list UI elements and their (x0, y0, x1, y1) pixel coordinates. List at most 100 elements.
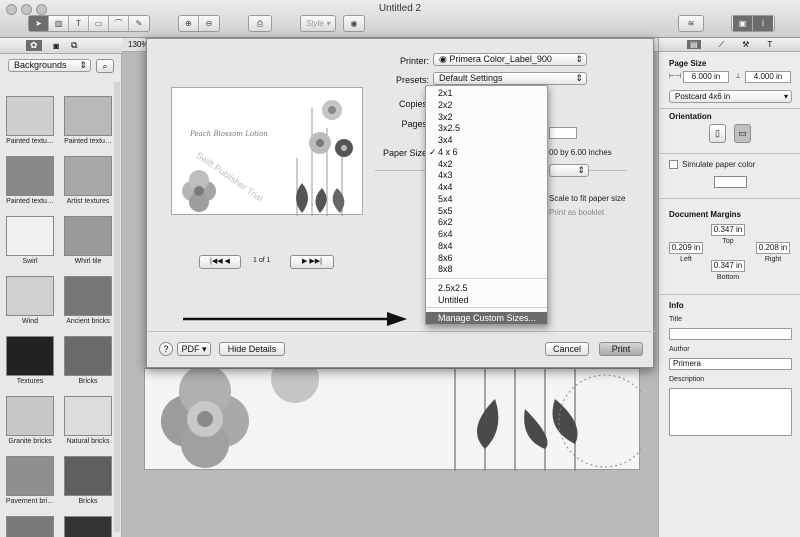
texture-thumbnail[interactable] (64, 276, 112, 316)
simulate-paper-label: Simulate paper color (682, 160, 756, 169)
paper-size-option[interactable]: 4 x 6 (438, 147, 458, 158)
portrait-orientation-button[interactable]: ▯ (709, 124, 726, 143)
library-view-icon[interactable]: ▣ (733, 16, 753, 31)
texture-thumbnail[interactable] (6, 156, 54, 196)
document-page[interactable] (144, 355, 652, 471)
info-title: Info (669, 301, 684, 310)
texture-label: Swirl (22, 258, 38, 265)
texture-label: Artist textures (66, 198, 110, 205)
printer-status-icon: ◉ (439, 54, 450, 64)
margin-right-field[interactable]: 0.208 in (756, 242, 790, 254)
preview-caption: Peach Blossom Lotion (190, 130, 268, 138)
texture-thumbnail[interactable] (6, 456, 54, 496)
print-button[interactable]: Print (599, 342, 643, 356)
category-popup[interactable]: Backgrounds ⇕ (8, 59, 91, 72)
zoom-out-icon[interactable]: ⊖ (199, 16, 219, 31)
printer-label: Printer: (399, 56, 429, 66)
paper-size-option[interactable]: 8x8 (438, 264, 453, 275)
page-preset-label: Postcard 4x6 in (675, 92, 731, 101)
paper-size-option[interactable]: 3x2.5 (438, 123, 460, 134)
title-field[interactable] (669, 328, 792, 340)
style-popup[interactable]: Style ▾ (300, 15, 336, 32)
texture-thumbnail[interactable] (64, 396, 112, 436)
zoom-controls[interactable]: ⊕ ⊖ (178, 15, 220, 32)
shapes-icon[interactable]: ⧉ (71, 40, 77, 51)
document-inspector-icon[interactable]: ▤ (687, 40, 701, 49)
paper-size-option[interactable]: 3x4 (438, 135, 453, 146)
app-options-popup[interactable]: ⇕ (549, 164, 589, 177)
texture-thumbnail[interactable] (64, 456, 112, 496)
paper-size-option[interactable]: 2x1 (438, 88, 453, 99)
library-scrollbar[interactable] (114, 82, 120, 532)
search-icon: ⌕ (102, 61, 108, 71)
author-field[interactable]: Primera (669, 358, 792, 370)
texture-thumbnail[interactable] (6, 276, 54, 316)
library-search-button[interactable]: ⌕ (96, 59, 114, 73)
inspector-icon[interactable]: i (753, 16, 773, 31)
paper-size-option[interactable]: 2x2 (438, 100, 453, 111)
margin-left-field[interactable]: 0.209 in (669, 242, 703, 254)
texture-thumbnail[interactable] (6, 96, 54, 136)
paper-size-option[interactable]: 4x2 (438, 159, 453, 170)
paper-size-option[interactable]: 3x2 (438, 112, 453, 123)
description-field[interactable] (669, 388, 792, 436)
pointer-tool-icon[interactable]: ➤ (29, 16, 49, 31)
brush-inspector-icon[interactable]: ⚒ (742, 40, 749, 49)
text-tool-icon[interactable]: T (69, 16, 89, 31)
cancel-button[interactable]: Cancel (545, 342, 589, 356)
pencil-tool-icon[interactable]: ✎ (129, 16, 149, 31)
effects-toolbar-button[interactable]: ◉ (343, 15, 365, 32)
paper-size-option[interactable]: 6x2 (438, 217, 453, 228)
paper-color-well[interactable] (714, 176, 747, 188)
rectangle-tool-icon[interactable]: ▭ (89, 16, 109, 31)
landscape-orientation-button[interactable]: ▭ (734, 124, 751, 143)
texture-thumbnail[interactable] (64, 516, 112, 537)
gear-icon[interactable]: ✿ (26, 40, 42, 51)
page-preset-popup[interactable]: Postcard 4x6 in ▾ (669, 90, 792, 103)
texture-thumbnail[interactable] (64, 336, 112, 376)
texture-label: Bricks (78, 498, 98, 505)
simulate-paper-checkbox[interactable] (669, 160, 678, 169)
tools-segmented-control[interactable]: ➤ ▥ T ▭ ⌒ ✎ (28, 15, 150, 32)
margin-top-field[interactable]: 0.347 in (711, 224, 745, 236)
pages-to-field[interactable] (549, 127, 577, 139)
paper-size-option[interactable]: 2.5x2.5 (438, 283, 468, 294)
texture-thumbnail[interactable] (6, 336, 54, 376)
print-toolbar-button[interactable]: ⎙ (248, 15, 272, 32)
zoom-in-icon[interactable]: ⊕ (179, 16, 199, 31)
ruler-inspector-icon[interactable]: ⟋ (719, 40, 725, 50)
texture-thumbnail[interactable] (64, 156, 112, 196)
paper-size-option[interactable]: 4x3 (438, 170, 453, 181)
prev-page-buttons[interactable]: |◀◀ ◀ (199, 255, 241, 269)
paper-size-option[interactable]: 4x4 (438, 182, 453, 193)
texture-thumbnail[interactable] (6, 216, 54, 256)
presets-popup[interactable]: Default Settings ⇕ (433, 72, 587, 85)
text-frame-tool-icon[interactable]: ▥ (49, 16, 69, 31)
camera-icon[interactable]: ◙ (54, 41, 59, 51)
text-inspector-icon[interactable]: T (767, 40, 772, 49)
paper-size-option[interactable]: Untitled (438, 295, 469, 306)
paper-size-option[interactable]: 5x5 (438, 206, 453, 217)
sharing-toolbar-button[interactable]: ≋ (678, 15, 704, 32)
texture-thumbnail[interactable] (6, 396, 54, 436)
texture-thumbnail[interactable] (64, 216, 112, 256)
margin-bottom-field[interactable]: 0.347 in (711, 260, 745, 272)
texture-thumbnail[interactable] (64, 96, 112, 136)
paper-size-option[interactable]: 6x4 (438, 229, 453, 240)
help-button[interactable]: ? (159, 342, 173, 356)
view-toggle[interactable]: ▣ i (731, 15, 775, 32)
paper-size-option[interactable]: 8x6 (438, 253, 453, 264)
texture-thumbnail[interactable] (6, 516, 54, 537)
printer-popup[interactable]: ◉ Primera Color_Label_900 ⇕ (433, 53, 587, 66)
page-height-field[interactable]: 4.000 in (745, 71, 791, 83)
paper-size-option[interactable]: 8x4 (438, 241, 453, 252)
print-dialog: Peach Blossom Lotion Swift Publisher Tri… (146, 38, 655, 368)
height-icon: ⊥ (735, 73, 742, 80)
curve-tool-icon[interactable]: ⌒ (109, 16, 129, 31)
page-width-field[interactable]: 6.000 in (683, 71, 729, 83)
hide-details-button[interactable]: Hide Details (219, 342, 285, 356)
paper-size-option[interactable]: 5x4 (438, 194, 453, 205)
pdf-menu-button[interactable]: PDF ▾ (177, 342, 211, 356)
margin-right-label: Right (764, 256, 782, 263)
next-page-buttons[interactable]: ▶ ▶▶| (290, 255, 334, 269)
